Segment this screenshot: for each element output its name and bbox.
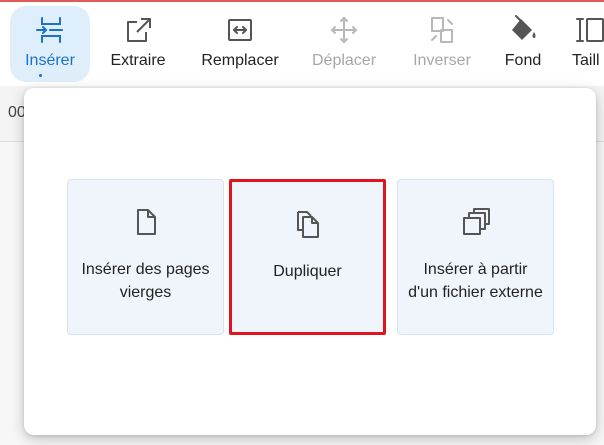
- duplicate-option[interactable]: Dupliquer: [229, 179, 386, 335]
- extract-icon: [122, 14, 154, 46]
- invert-label: Inverser: [413, 52, 471, 69]
- move-icon: [328, 14, 360, 46]
- insert-button[interactable]: Insérer: [10, 6, 90, 82]
- insert-label: Insérer: [25, 52, 75, 69]
- insert-blank-pages-option[interactable]: Insérer des pages vierges: [67, 179, 224, 335]
- external-file-icon: [460, 206, 492, 238]
- replace-button[interactable]: Remplacer: [196, 6, 284, 82]
- insert-external-file-option[interactable]: Insérer à partir d'un fichier externe: [397, 179, 554, 335]
- toolbar: Insérer Extraire Remplacer Déplacer Inve…: [0, 2, 604, 86]
- duplicate-label: Dupliquer: [273, 263, 342, 280]
- size-icon: [572, 14, 604, 46]
- size-button[interactable]: Taill: [572, 6, 604, 82]
- paint-bucket-icon: [507, 14, 539, 46]
- insert-between-icon: [34, 14, 66, 46]
- replace-label: Remplacer: [201, 52, 279, 69]
- background-button[interactable]: Fond: [498, 6, 548, 82]
- active-indicator: [39, 74, 42, 77]
- insert-menu-popover: Insérer des pages vierges Dupliquer Insé…: [24, 88, 596, 435]
- invert-icon: [426, 14, 458, 46]
- size-label: Taill: [572, 52, 600, 69]
- background-label: Fond: [504, 52, 542, 69]
- extract-label: Extraire: [110, 52, 166, 69]
- duplicate-icon: [292, 208, 324, 240]
- move-label: Déplacer: [311, 52, 377, 69]
- insert-external-file-label: Insérer à partir d'un fichier externe: [408, 261, 543, 301]
- move-button[interactable]: Déplacer: [306, 6, 382, 82]
- blank-page-icon: [130, 206, 162, 238]
- extract-button[interactable]: Extraire: [103, 6, 173, 82]
- replace-icon: [224, 14, 256, 46]
- insert-blank-pages-label: Insérer des pages vierges: [81, 261, 210, 301]
- invert-button[interactable]: Inverser: [404, 6, 480, 82]
